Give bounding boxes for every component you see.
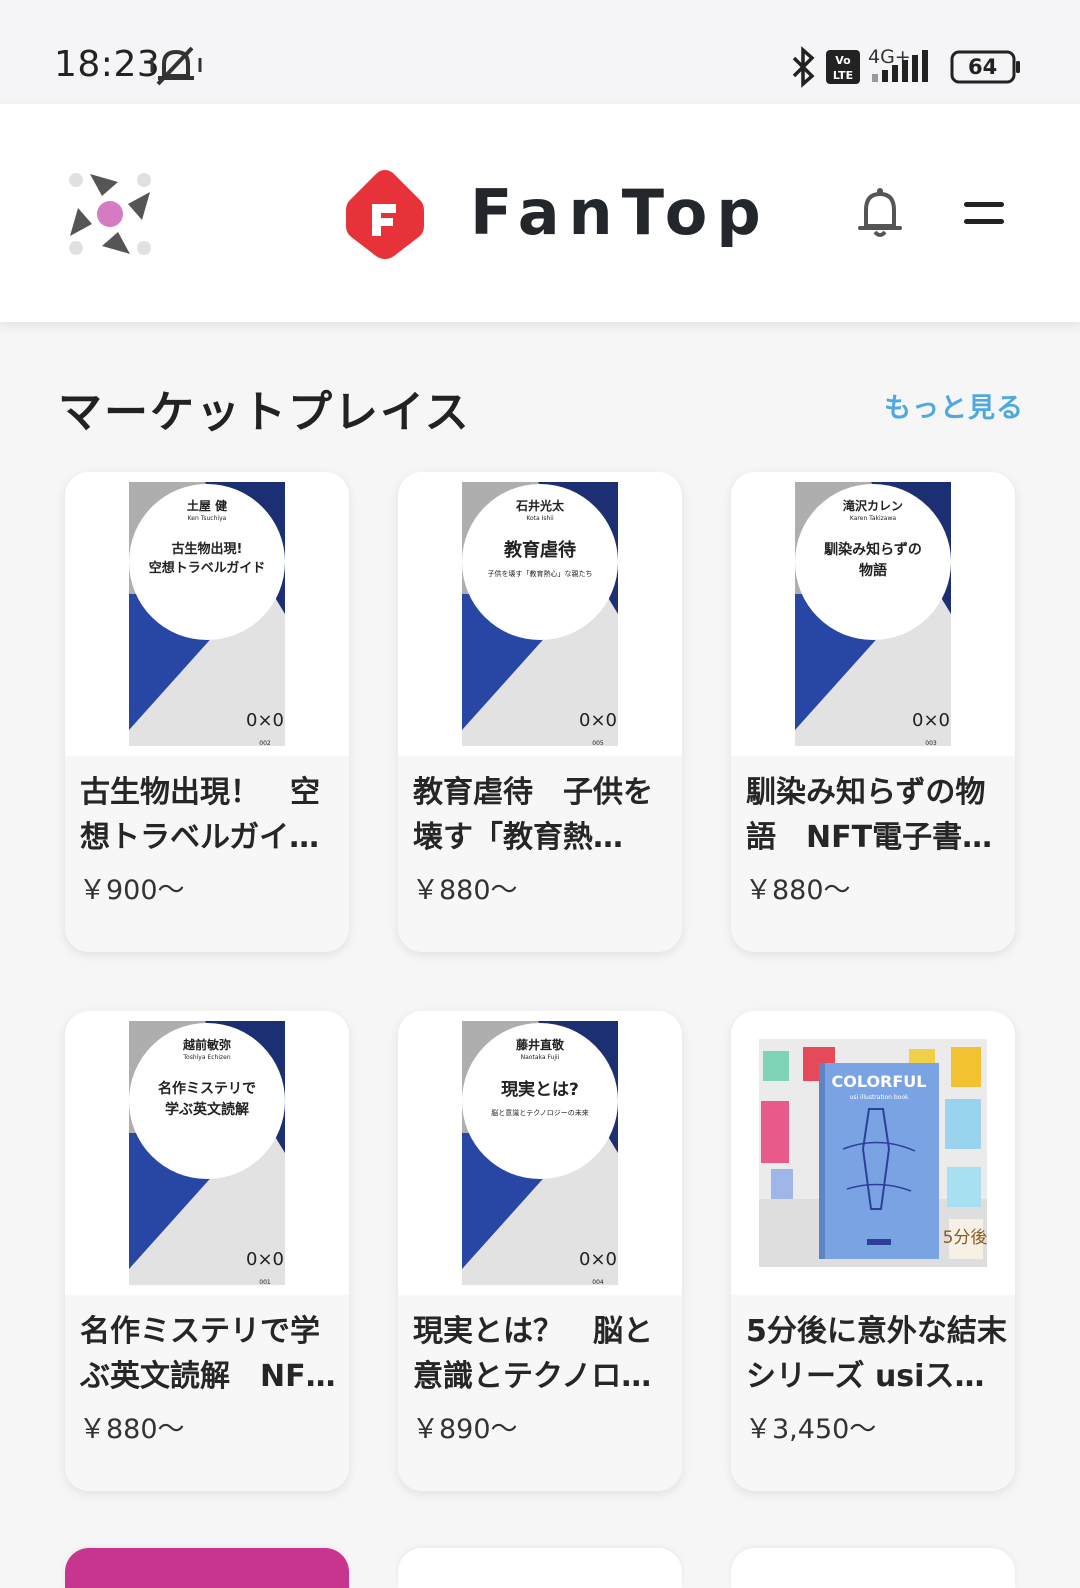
book-badge: 5分後 [943, 1228, 987, 1248]
cover-author: 土屋 健 [187, 498, 228, 513]
book-heading: COLORFUL [831, 1072, 926, 1091]
book-cover: 越前敏弥 Toshiya Echizen 名作ミステリで 学ぶ英文読解 0×0 … [121, 1013, 293, 1293]
cover-title-line1: 名作ミステリで [158, 1080, 256, 1097]
product-card[interactable]: 越前敏弥 Toshiya Echizen 名作ミステリで 学ぶ英文読解 0×0 … [65, 1011, 349, 1491]
cover-author: 藤井直敬 [515, 1037, 565, 1052]
cover-publisher-mark: 0×0 [246, 1249, 284, 1270]
cover-author: 越前敏弥 [182, 1037, 231, 1052]
product-image: 越前敏弥 Toshiya Echizen 名作ミステリで 学ぶ英文読解 0×0 … [65, 1011, 349, 1295]
cover-title-line2: 空想トラベルガイド [149, 560, 266, 576]
cover-publisher-mark: 0×0 [579, 1249, 617, 1270]
svg-text:LTE: LTE [833, 69, 853, 82]
cover-number: 005 [592, 740, 604, 747]
cover-number: 003 [925, 740, 937, 747]
product-title: 古生物出現！ 空想トラベルガイド… [80, 775, 320, 855]
cover-title-line1: 現実とは? [501, 1079, 579, 1100]
cover-author-en: Toshiya Echizen [182, 1054, 230, 1061]
see-more-link[interactable]: もっと見る [884, 386, 1024, 425]
product-price: ￥890〜 [412, 1414, 518, 1445]
product-image: 土屋 健 Ken Tsuchiya 古生物出現! 空想トラベルガイド 0×0 0… [65, 472, 349, 756]
product-card[interactable]: 藤井直敬 Naotaka Fujii 現実とは? 脳と意識とテクノロジーの未来 … [398, 1011, 682, 1491]
cover-title-line2: 脳と意識とテクノロジーの未来 [491, 1108, 589, 1117]
cover-number: 002 [259, 740, 271, 747]
cover-publisher-mark: 0×0 [579, 710, 617, 731]
book-cover: 滝沢カレン Karen Takizawa 馴染み知らずの 物語 0×0 003 [787, 474, 959, 754]
logo-spinner-icon[interactable] [62, 166, 158, 262]
cover-title-line2: 子供を壊す「教育熱心」な親たち [488, 569, 593, 578]
cover-author-en: Naotaka Fujii [521, 1054, 560, 1061]
product-price: ￥880〜 [745, 875, 851, 906]
cover-title-line1: 古生物出現! [172, 541, 243, 557]
cover-author-en: Ken Tsuchiya [188, 515, 227, 522]
product-card-partial[interactable] [398, 1548, 682, 1588]
product-image: 石井光太 Kota Ishii 教育虐待 子供を壊す「教育熱心」な親たち 0×0… [398, 472, 682, 756]
product-price: ￥880〜 [79, 1414, 185, 1445]
book-cover: 藤井直敬 Naotaka Fujii 現実とは? 脳と意識とテクノロジーの未来 … [454, 1013, 626, 1293]
cover-title-line2: 学ぶ英文読解 [165, 1101, 249, 1118]
illustration-book-cover: COLORFUL usi illustration book 5分後 [759, 1039, 987, 1267]
volte-icon: Vo LTE [826, 50, 860, 84]
bluetooth-icon [792, 46, 815, 88]
book-cover: 土屋 健 Ken Tsuchiya 古生物出現! 空想トラベルガイド 0×0 0… [121, 474, 293, 754]
product-title: 馴染み知らずの物語 NFT電子書籍版 [746, 775, 993, 855]
product-title: 5分後に意外な結末シリーズ usiスケ… [746, 1314, 1007, 1394]
section-title: マーケットプレイス [58, 387, 471, 438]
svg-text:Vo: Vo [835, 54, 851, 67]
cover-author-en: Kota Ishii [526, 515, 554, 522]
app-header: FanTop [0, 104, 1080, 322]
cover-author: 滝沢カレン [843, 498, 903, 513]
cover-number: 004 [592, 1279, 604, 1286]
bell-icon[interactable] [856, 186, 904, 240]
product-card[interactable]: 滝沢カレン Karen Takizawa 馴染み知らずの 物語 0×0 003 … [731, 472, 1015, 952]
product-price: ￥880〜 [412, 875, 518, 906]
cover-number: 001 [259, 1279, 271, 1286]
status-time: 18:23 [54, 44, 161, 85]
bell-muted-icon [150, 46, 202, 86]
product-card[interactable]: 石井光太 Kota Ishii 教育虐待 子供を壊す「教育熱心」な親たち 0×0… [398, 472, 682, 952]
brand-name[interactable]: FanTop [470, 176, 770, 249]
cover-author-en: Karen Takizawa [850, 515, 896, 522]
product-image: COLORFUL usi illustration book 5分後 [731, 1011, 1015, 1295]
fantop-logo-icon[interactable] [344, 168, 426, 260]
cover-title-line1: 馴染み知らずの [824, 541, 922, 558]
menu-icon[interactable] [962, 198, 1006, 228]
product-title: 現実とは？ 脳と意識とテクノロジ… [413, 1314, 653, 1394]
product-title: 名作ミステリで学ぶ英文読解 NFT… [80, 1314, 320, 1394]
cover-publisher-mark: 0×0 [912, 710, 950, 731]
battery-level: 64 [968, 55, 998, 79]
product-price: ￥900〜 [79, 875, 185, 906]
status-bar: 18:23 Vo LTE 4G+ 64 [0, 0, 1080, 104]
product-card[interactable]: COLORFUL usi illustration book 5分後 5分後に意… [731, 1011, 1015, 1491]
cover-title-line2: 物語 [859, 562, 887, 579]
product-image: 藤井直敬 Naotaka Fujii 現実とは? 脳と意識とテクノロジーの未来 … [398, 1011, 682, 1295]
product-card[interactable]: 土屋 健 Ken Tsuchiya 古生物出現! 空想トラベルガイド 0×0 0… [65, 472, 349, 952]
product-card-partial[interactable] [65, 1548, 349, 1588]
product-image: 滝沢カレン Karen Takizawa 馴染み知らずの 物語 0×0 003 [731, 472, 1015, 756]
signal-strength-icon [872, 50, 928, 82]
book-cover: 石井光太 Kota Ishii 教育虐待 子供を壊す「教育熱心」な親たち 0×0… [454, 474, 626, 754]
product-title: 教育虐待 子供を壊す「教育熱心」… [413, 775, 653, 855]
product-card-partial[interactable] [731, 1548, 1015, 1588]
cover-title-line1: 教育虐待 [504, 539, 576, 561]
cover-publisher-mark: 0×0 [246, 710, 284, 731]
book-subheading: usi illustration book [850, 1094, 909, 1101]
cover-author: 石井光太 [515, 498, 565, 513]
product-price: ￥3,450〜 [745, 1414, 877, 1445]
